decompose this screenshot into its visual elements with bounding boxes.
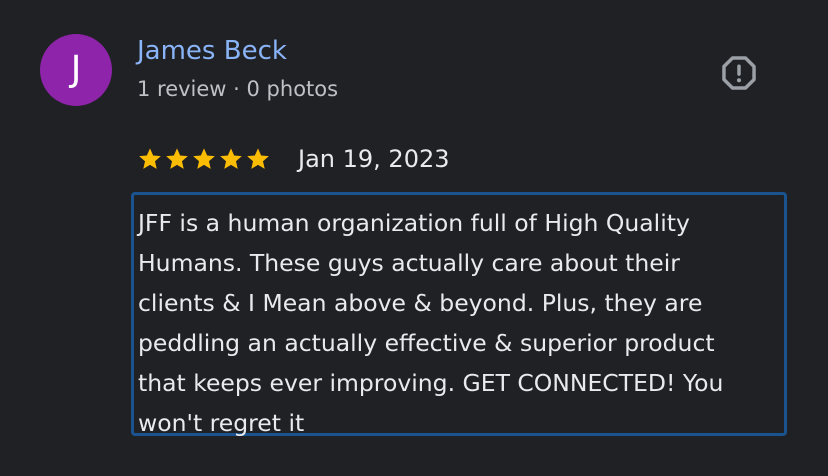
star-rating xyxy=(137,146,271,172)
report-button[interactable] xyxy=(718,52,760,94)
avatar[interactable]: J xyxy=(40,34,112,106)
review-text-highlight: JFF is a human organization full of High… xyxy=(131,192,787,437)
author-name[interactable]: James Beck xyxy=(137,34,287,68)
star-icon xyxy=(247,148,269,169)
star-icon xyxy=(139,148,161,169)
star-icon xyxy=(193,148,215,169)
author-meta: 1 review · 0 photos xyxy=(137,77,339,101)
review-text: JFF is a human organization full of High… xyxy=(138,209,724,437)
rating-row: Jan 19, 2023 xyxy=(137,142,450,176)
star-icon xyxy=(166,148,188,169)
star-icon xyxy=(220,148,242,169)
report-octagon-icon xyxy=(722,56,756,90)
review-date: Jan 19, 2023 xyxy=(298,145,450,173)
review-card: J James Beck 1 review · 0 photos Jan 19,… xyxy=(0,0,828,476)
